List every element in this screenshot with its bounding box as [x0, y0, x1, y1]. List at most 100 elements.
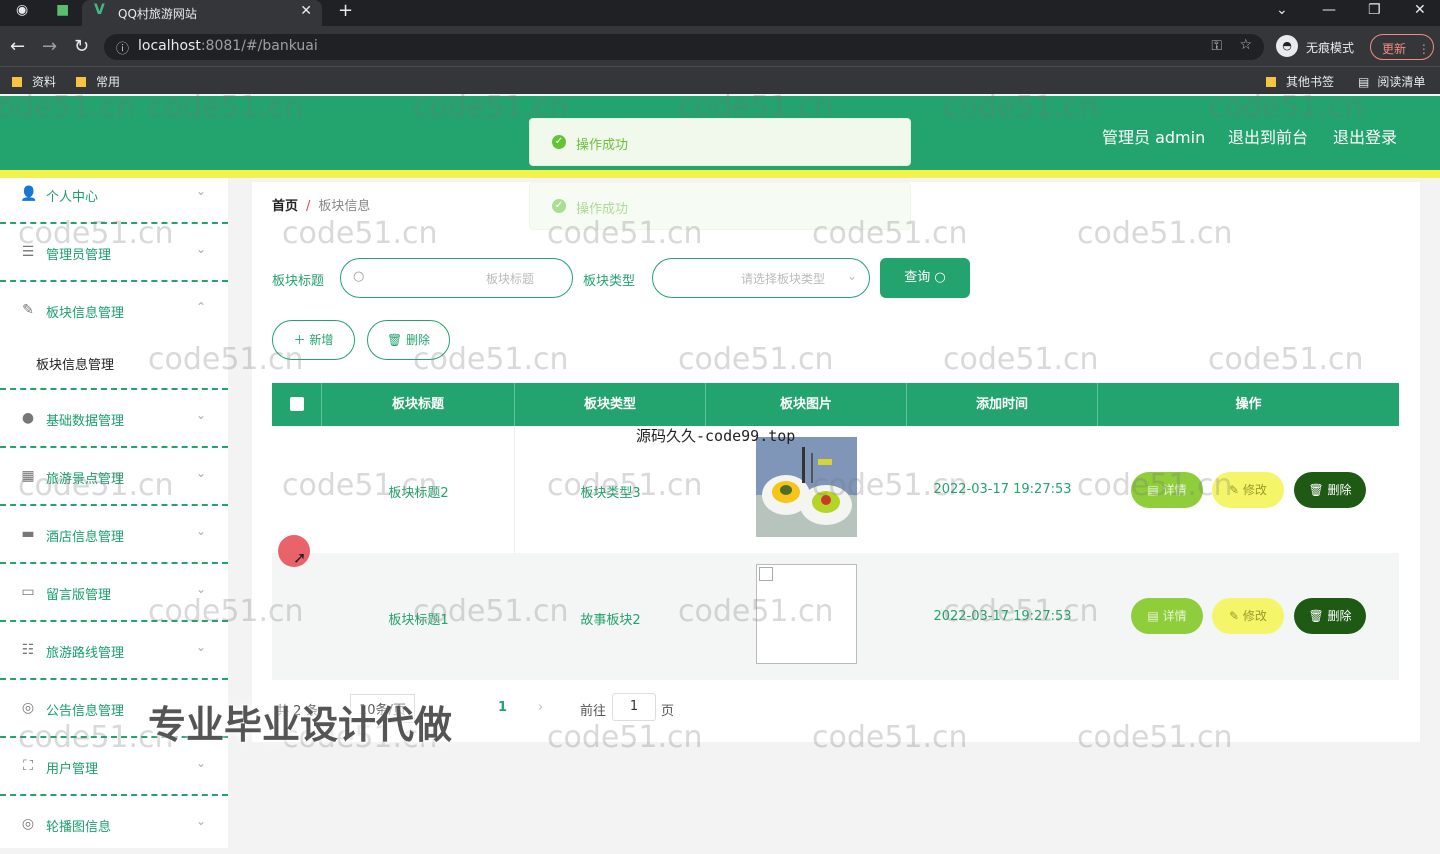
- breadcrumb-home[interactable]: 首页: [272, 199, 298, 214]
- sidebar-item-messages[interactable]: ▭ 留言版管理 ⌄: [0, 564, 228, 622]
- edit-icon: ✎: [22, 302, 34, 318]
- reading-list[interactable]: ▤ 阅读清单: [1358, 73, 1425, 90]
- kebab-menu-icon[interactable]: ⋮: [1418, 42, 1430, 56]
- sidebar-item-label: 管理员管理: [46, 248, 112, 263]
- sidebar-subitem-board-info[interactable]: 板块信息管理: [0, 340, 228, 390]
- page-number-current[interactable]: 1: [498, 700, 507, 715]
- restore-icon[interactable]: ❐: [1368, 2, 1381, 18]
- bookmark-label: 常用: [96, 75, 121, 89]
- row-time: 2022-03-17 19:27:53: [933, 482, 1072, 497]
- bed-icon: ▬: [21, 526, 35, 542]
- detail-button[interactable]: ▤ 详情: [1131, 472, 1203, 508]
- query-button[interactable]: 查询 ○: [880, 258, 970, 298]
- bookmarks-bar: 资料 常用 其他书签 ▤ 阅读清单: [0, 66, 1440, 94]
- sidebar-item-hotels[interactable]: ▬ 酒店信息管理 ⌄: [0, 506, 228, 564]
- update-button[interactable]: 更新 ⋮: [1370, 34, 1434, 60]
- trash-icon: 🗑: [386, 333, 403, 347]
- logout-link[interactable]: 退出登录: [1333, 124, 1397, 148]
- users-icon: ⛶: [23, 758, 33, 774]
- announce-icon: ◎: [21, 700, 35, 716]
- bookmark-folder[interactable]: 常用: [76, 73, 120, 90]
- edit-button[interactable]: ✎ 修改: [1212, 598, 1284, 634]
- delete-label: 删除: [1327, 483, 1352, 497]
- chevron-down-icon: ⌄: [196, 640, 207, 654]
- delete-button[interactable]: 🗑 删除: [1294, 598, 1366, 634]
- sidebar-item-basic-data[interactable]: ● 基础数据管理 ⌄: [0, 390, 228, 448]
- type-filter-label: 板块类型: [583, 274, 636, 289]
- delete-button[interactable]: 🗑 删除: [1294, 472, 1366, 508]
- sliders-icon: ☷: [21, 642, 35, 658]
- browser-tab[interactable]: V QQ村旅游网站 ✕: [82, 0, 322, 26]
- new-tab-icon[interactable]: +: [338, 0, 353, 21]
- address-bar[interactable]: ⓘ localhost:8081/#/bankuai ⚿ ☆: [104, 34, 1264, 60]
- sidebar-item-routes[interactable]: ☷ 旅游路线管理 ⌄: [0, 622, 228, 680]
- add-button[interactable]: ＋ 新增: [272, 320, 355, 360]
- type-select[interactable]: 请选择板块类型 ⌄: [652, 258, 870, 298]
- batch-delete-button[interactable]: 🗑 删除: [367, 320, 450, 360]
- site-info-icon[interactable]: ⓘ: [116, 38, 129, 57]
- check-circle-icon: ✓: [552, 199, 566, 213]
- browser-menu-icon[interactable]: ◉: [16, 2, 28, 18]
- minimize-icon[interactable]: —: [1322, 2, 1336, 18]
- next-page-icon[interactable]: ›: [538, 700, 543, 715]
- goto-label: 前往: [580, 704, 607, 719]
- column-type: 板块类型: [515, 383, 706, 426]
- header-accent-bar: [0, 170, 1440, 178]
- list-icon: ☰: [21, 244, 35, 260]
- bookmark-label: 资料: [32, 75, 57, 89]
- overlay-site-text: 源码久久-code99.top: [636, 427, 796, 445]
- chevron-down-icon: ⌄: [847, 269, 858, 283]
- bookmark-folder[interactable]: 资料: [12, 73, 56, 90]
- sidebar-item-personal-center[interactable]: 👤 个人中心 ⌄: [0, 178, 228, 224]
- detail-label: 详情: [1162, 483, 1187, 497]
- edit-button[interactable]: ✎ 修改: [1212, 472, 1284, 508]
- window-close-icon[interactable]: ✕: [1414, 2, 1426, 18]
- success-toast: ✓ 操作成功: [529, 118, 911, 166]
- chevron-down-icon: ⌄: [196, 408, 207, 422]
- url-path: :8081/#/bankuai: [200, 38, 318, 54]
- forward-icon[interactable]: →: [42, 36, 57, 57]
- goto-page-input[interactable]: 1: [612, 693, 656, 721]
- app-shortcut-icon[interactable]: ■: [56, 2, 69, 18]
- sidebar-item-label: 轮播图信息: [46, 820, 112, 835]
- row-thumbnail[interactable]: [756, 437, 857, 537]
- sidebar-item-label: 用户管理: [46, 762, 99, 777]
- vue-logo-icon: V: [94, 2, 105, 18]
- detail-button[interactable]: ▤ 详情: [1131, 598, 1203, 634]
- sidebar-item-label: 个人中心: [46, 190, 99, 205]
- other-bookmarks[interactable]: 其他书签: [1266, 73, 1334, 90]
- title-placeholder: 板块标题: [486, 272, 535, 286]
- sidebar-item-board[interactable]: ✎ 板块信息管理 ⌃: [0, 282, 228, 332]
- sidebar-item-attractions[interactable]: ▦ 旅游景点管理 ⌄: [0, 448, 228, 506]
- user-icon: 👤: [20, 186, 38, 202]
- detail-label: 详情: [1162, 609, 1187, 623]
- sidebar-item-label: 基础数据管理: [46, 414, 125, 429]
- table-header: 板块标题 板块类型 板块图片 添加时间 操作: [272, 383, 1399, 426]
- select-all-checkbox[interactable]: [290, 397, 304, 411]
- promo-overlay-text: 专业毕业设计代做: [148, 703, 453, 747]
- pin-icon: ●: [21, 410, 35, 426]
- bookmark-label: 阅读清单: [1377, 75, 1426, 89]
- reload-icon[interactable]: ↻: [74, 36, 89, 57]
- sidebar-item-carousel[interactable]: ◎ 轮播图信息 ⌄: [0, 796, 228, 854]
- tab-close-icon[interactable]: ✕: [300, 3, 312, 19]
- key-icon[interactable]: ⚿: [1211, 38, 1222, 54]
- sidebar-item-label: 板块信息管理: [46, 306, 125, 321]
- back-to-front-link[interactable]: 退出到前台: [1228, 124, 1308, 148]
- tab-search-icon[interactable]: ⌄: [1276, 2, 1288, 18]
- browser-tab-strip: ◉ ■ V QQ村旅游网站 ✕ + ⌄ — ❐ ✕: [0, 0, 1440, 26]
- message-icon: ▭: [21, 584, 35, 600]
- page-suffix: 页: [661, 704, 675, 719]
- mouse-cursor-icon: ➚: [293, 548, 307, 567]
- star-icon[interactable]: ☆: [1239, 37, 1252, 53]
- broken-image-icon: [759, 567, 773, 581]
- title-search-input[interactable]: ○ 板块标题: [340, 258, 573, 298]
- incognito-indicator[interactable]: ◓ 无痕模式: [1276, 34, 1366, 60]
- row-time: 2022-03-17 19:27:53: [933, 609, 1072, 624]
- sidebar-subitem-label: 板块信息管理: [36, 358, 115, 373]
- back-icon[interactable]: ←: [10, 36, 25, 57]
- sidebar-item-admin[interactable]: ☰ 管理员管理 ⌄: [0, 224, 228, 282]
- row-thumbnail-broken[interactable]: [756, 564, 857, 664]
- success-toast: ✓ 操作成功: [529, 182, 911, 230]
- chevron-down-icon: ⌄: [196, 756, 207, 770]
